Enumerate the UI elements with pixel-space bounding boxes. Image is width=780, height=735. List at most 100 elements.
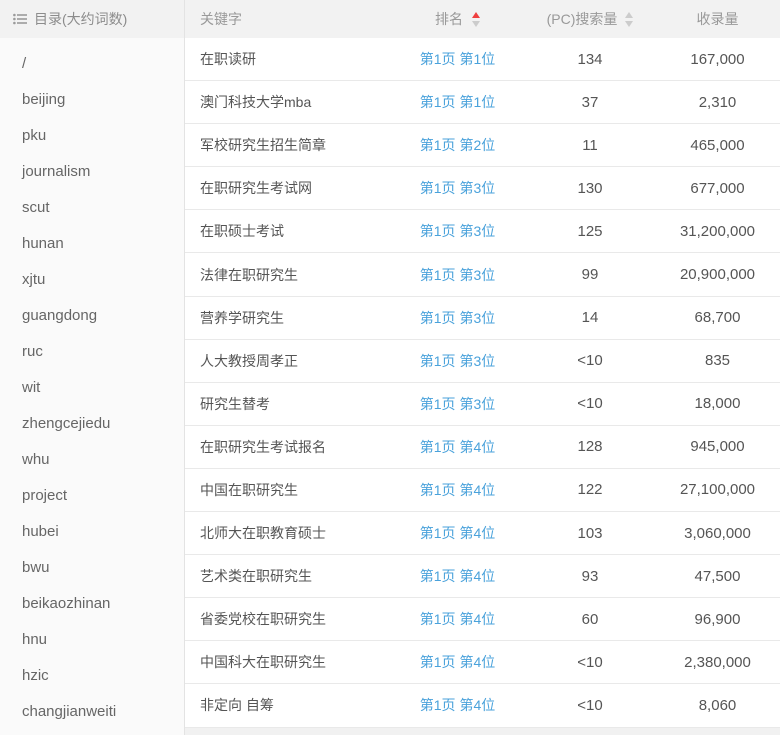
search-volume-cell: 93 (525, 568, 655, 585)
index-count-cell: 8,060 (655, 697, 780, 714)
keyword-cell: 非定向 自筹 (185, 695, 390, 715)
list-icon (13, 13, 27, 25)
keyword-cell: 中国在职研究生 (185, 480, 390, 500)
sort-asc-icon[interactable] (472, 12, 480, 18)
keyword-cell: 研究生替考 (185, 394, 390, 414)
table-header: 关键字 排名 (PC)搜索量 收录量 (185, 0, 780, 38)
index-count-cell: 2,380,000 (655, 654, 780, 671)
rank-link[interactable]: 第1页 第4位 (420, 654, 495, 670)
sidebar-item[interactable]: beikaozhinan (0, 586, 184, 622)
rank-cell: 第1页 第3位 (390, 221, 525, 241)
index-count-cell: 68,700 (655, 309, 780, 326)
sidebar-item[interactable]: pku (0, 118, 184, 154)
table-row: 非定向 自筹第1页 第4位<108,060 (185, 684, 780, 727)
table-row: 人大教授周孝正第1页 第3位<10835 (185, 340, 780, 383)
search-volume-cell: 14 (525, 309, 655, 326)
sidebar-item[interactable]: project (0, 478, 184, 514)
column-label: 收录量 (697, 9, 739, 29)
sort-control-rank[interactable] (472, 12, 480, 27)
sidebar-item[interactable]: xjtu (0, 262, 184, 298)
rank-cell: 第1页 第4位 (390, 695, 525, 715)
keyword-rank-tool: 目录(大约词数) /beijingpkujournalismscuthunanx… (0, 0, 780, 735)
keyword-cell: 法律在职研究生 (185, 265, 390, 285)
column-header-index-count: 收录量 (655, 9, 780, 29)
column-header-keyword: 关键字 (185, 9, 390, 29)
rank-link[interactable]: 第1页 第3位 (420, 267, 495, 283)
keyword-cell: 人大教授周孝正 (185, 351, 390, 371)
column-label: (PC)搜索量 (547, 9, 618, 29)
rank-cell: 第1页 第4位 (390, 437, 525, 457)
sidebar-item[interactable]: hunan (0, 226, 184, 262)
index-count-cell: 31,200,000 (655, 223, 780, 240)
rank-link[interactable]: 第1页 第3位 (420, 223, 495, 239)
column-header-search-volume[interactable]: (PC)搜索量 (525, 9, 655, 29)
keyword-table: 关键字 排名 (PC)搜索量 收录量 在职读研第1页 第1位134167,0 (185, 0, 780, 735)
sort-asc-icon[interactable] (625, 12, 633, 18)
search-volume-cell: 134 (525, 51, 655, 68)
rank-cell: 第1页 第4位 (390, 566, 525, 586)
search-volume-cell: <10 (525, 395, 655, 412)
rank-cell: 第1页 第3位 (390, 308, 525, 328)
sort-desc-icon[interactable] (472, 21, 480, 27)
rank-link[interactable]: 第1页 第3位 (420, 396, 495, 412)
rank-link[interactable]: 第1页 第4位 (420, 482, 495, 498)
search-volume-cell: 37 (525, 94, 655, 111)
keyword-cell: 澳门科技大学mba (185, 92, 390, 112)
sidebar-item[interactable]: journalism (0, 154, 184, 190)
sidebar-item[interactable]: hubei (0, 514, 184, 550)
rank-link[interactable]: 第1页 第1位 (420, 94, 495, 110)
rank-cell: 第1页 第3位 (390, 351, 525, 371)
sidebar-item[interactable]: beijing (0, 82, 184, 118)
sidebar-item[interactable]: changjianweiti (0, 694, 184, 730)
index-count-cell: 27,100,000 (655, 481, 780, 498)
sidebar-item[interactable]: whu (0, 442, 184, 478)
index-count-cell: 20,900,000 (655, 266, 780, 283)
rank-cell: 第1页 第1位 (390, 49, 525, 69)
rank-link[interactable]: 第1页 第1位 (420, 51, 495, 67)
sidebar-item[interactable]: guangdong (0, 298, 184, 334)
rank-link[interactable]: 第1页 第4位 (420, 568, 495, 584)
rank-link[interactable]: 第1页 第4位 (420, 697, 495, 713)
table-row: 在职研究生考试网第1页 第3位130677,000 (185, 167, 780, 210)
column-header-rank[interactable]: 排名 (390, 9, 525, 29)
table-row: 在职读研 第1页 第1位 134167,000 (185, 38, 780, 81)
sidebar-item[interactable]: zhengcejiedu (0, 406, 184, 442)
sidebar-item[interactable]: bwu (0, 550, 184, 586)
index-count-cell: 945,000 (655, 438, 780, 455)
rank-cell: 第1页 第4位 (390, 652, 525, 672)
directory-sidebar: 目录(大约词数) /beijingpkujournalismscuthunanx… (0, 0, 185, 735)
index-count-cell: 18,000 (655, 395, 780, 412)
rank-link[interactable]: 第1页 第3位 (420, 353, 495, 369)
sidebar-item[interactable]: hzic (0, 658, 184, 694)
rank-link[interactable]: 第1页 第3位 (420, 180, 495, 196)
index-count-cell: 167,000 (655, 51, 780, 68)
sidebar-item[interactable]: wit (0, 370, 184, 406)
rank-link[interactable]: 第1页 第3位 (420, 310, 495, 326)
table-row: 营养学研究生第1页 第3位1468,700 (185, 297, 780, 340)
sidebar-item[interactable]: ruc (0, 334, 184, 370)
rank-cell: 第1页 第4位 (390, 609, 525, 629)
rank-link[interactable]: 第1页 第2位 (420, 137, 495, 153)
rank-cell: 第1页 第1位 (390, 92, 525, 112)
table-row: 法律在职研究生第1页 第3位9920,900,000 (185, 253, 780, 296)
sidebar-item[interactable]: scut (0, 190, 184, 226)
sort-desc-icon[interactable] (625, 21, 633, 27)
sidebar-item[interactable]: / (0, 46, 184, 82)
keyword-cell: 省委党校在职研究生 (185, 609, 390, 629)
search-volume-cell: 11 (525, 137, 655, 154)
search-volume-cell: 60 (525, 611, 655, 628)
table-row: 中国科大在职研究生第1页 第4位<102,380,000 (185, 641, 780, 684)
keyword-cell: 在职读研 (185, 49, 390, 69)
keyword-cell: 中国科大在职研究生 (185, 652, 390, 672)
rank-link[interactable]: 第1页 第4位 (420, 611, 495, 627)
rank-link[interactable]: 第1页 第4位 (420, 439, 495, 455)
search-volume-cell: 125 (525, 223, 655, 240)
rank-cell: 第1页 第3位 (390, 394, 525, 414)
rank-cell: 第1页 第3位 (390, 178, 525, 198)
sidebar-item[interactable]: hnu (0, 622, 184, 658)
rank-link[interactable]: 第1页 第4位 (420, 525, 495, 541)
table-row: 研究生替考 第1页 第3位 <1018,000 (185, 383, 780, 426)
rank-cell: 第1页 第4位 (390, 480, 525, 500)
search-volume-cell: 128 (525, 438, 655, 455)
sort-control-search-volume[interactable] (625, 12, 633, 27)
